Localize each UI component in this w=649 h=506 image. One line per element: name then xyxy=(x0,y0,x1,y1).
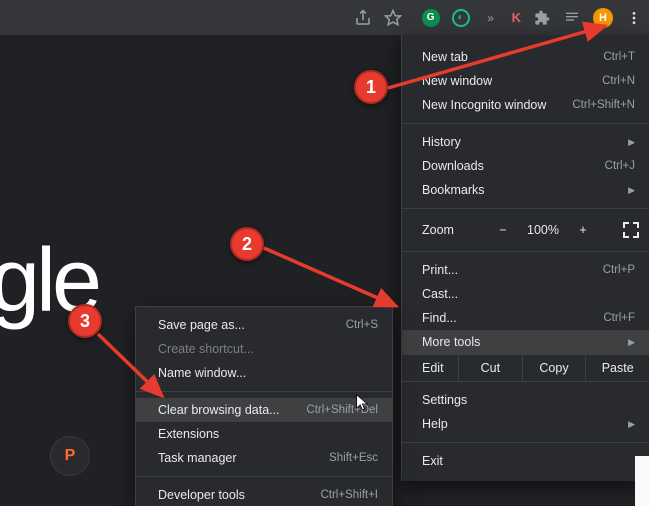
zoom-out-button[interactable]: − xyxy=(493,223,513,237)
menu-more-tools[interactable]: More tools▶ xyxy=(402,330,649,354)
menu-exit[interactable]: Exit xyxy=(402,449,649,473)
main-menu: New tabCtrl+T New windowCtrl+N New Incog… xyxy=(401,35,649,481)
menu-print[interactable]: Print...Ctrl+P xyxy=(402,258,649,282)
submenu-dev-tools[interactable]: Developer toolsCtrl+Shift+I xyxy=(136,483,392,506)
page-edge xyxy=(635,456,649,506)
extension-slot-icon[interactable]: » xyxy=(482,9,500,27)
submenu-clear-browsing-data[interactable]: Clear browsing data...Ctrl+Shift+Del xyxy=(136,398,392,422)
submenu-task-manager[interactable]: Task managerShift+Esc xyxy=(136,446,392,470)
menu-find[interactable]: Find...Ctrl+F xyxy=(402,306,649,330)
menu-new-window[interactable]: New windowCtrl+N xyxy=(402,69,649,93)
submenu-create-shortcut: Create shortcut... xyxy=(136,337,392,361)
browser-toolbar: G ◐ » K H xyxy=(0,0,649,35)
step-badge-1: 1 xyxy=(354,70,388,104)
fullscreen-icon[interactable] xyxy=(623,222,639,238)
zoom-value: 100% xyxy=(523,223,563,237)
extension-circle-icon[interactable]: ◐ xyxy=(452,9,470,27)
menu-new-tab[interactable]: New tabCtrl+T xyxy=(402,45,649,69)
chevron-right-icon: ▶ xyxy=(628,137,635,148)
cut-button[interactable]: Cut xyxy=(458,355,522,381)
chevron-right-icon: ▶ xyxy=(628,337,635,348)
menu-help[interactable]: Help▶ xyxy=(402,412,649,436)
menu-bookmarks[interactable]: Bookmarks▶ xyxy=(402,178,649,202)
menu-settings[interactable]: Settings xyxy=(402,388,649,412)
menu-zoom-row: Zoom − 100% + xyxy=(402,215,649,245)
menu-cast[interactable]: Cast... xyxy=(402,282,649,306)
zoom-in-button[interactable]: + xyxy=(573,223,593,237)
more-tools-submenu: Save page as...Ctrl+S Create shortcut...… xyxy=(135,306,393,506)
submenu-extensions[interactable]: Extensions xyxy=(136,422,392,446)
kebab-menu-icon[interactable] xyxy=(625,9,643,27)
reading-list-icon[interactable] xyxy=(563,9,581,27)
chevron-right-icon: ▶ xyxy=(628,419,635,430)
step-badge-2: 2 xyxy=(230,227,264,261)
step-badge-3: 3 xyxy=(68,304,102,338)
profile-avatar[interactable]: H xyxy=(593,8,613,28)
menu-edit-row: Edit Cut Copy Paste xyxy=(402,354,649,382)
copy-button[interactable]: Copy xyxy=(522,355,586,381)
menu-downloads[interactable]: DownloadsCtrl+J xyxy=(402,154,649,178)
edit-label: Edit xyxy=(402,355,458,381)
extension-grammarly-icon[interactable]: G xyxy=(422,9,440,27)
extension-k-icon[interactable]: K xyxy=(512,10,521,25)
chevron-right-icon: ▶ xyxy=(628,185,635,196)
menu-incognito[interactable]: New Incognito windowCtrl+Shift+N xyxy=(402,93,649,117)
submenu-save-page[interactable]: Save page as...Ctrl+S xyxy=(136,313,392,337)
extensions-puzzle-icon[interactable] xyxy=(533,9,551,27)
share-icon[interactable] xyxy=(354,9,372,27)
bookmark-star-icon[interactable] xyxy=(384,9,402,27)
floating-bubble-icon[interactable]: P xyxy=(50,436,90,476)
submenu-name-window[interactable]: Name window... xyxy=(136,361,392,385)
menu-history[interactable]: History▶ xyxy=(402,130,649,154)
paste-button[interactable]: Paste xyxy=(585,355,649,381)
